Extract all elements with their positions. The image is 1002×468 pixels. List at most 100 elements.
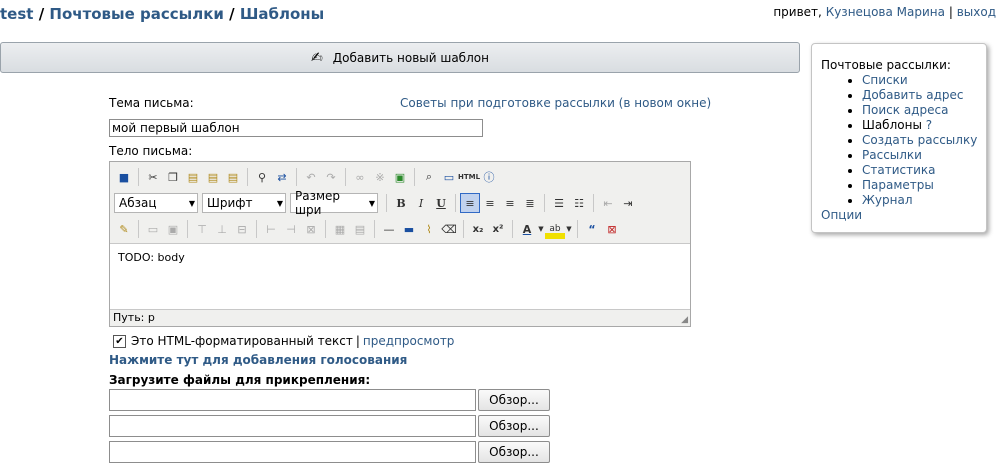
user-bar: привет, Кузнецова Марина | выход bbox=[773, 5, 996, 19]
replace-icon[interactable]: ⇄ bbox=[272, 167, 292, 187]
breadcrumb-section-link[interactable]: Почтовые рассылки bbox=[49, 5, 224, 23]
highlight-color-icon[interactable]: ab bbox=[545, 219, 565, 239]
insert-row-after-icon[interactable]: ⊥ bbox=[212, 219, 232, 239]
cleanup-icon[interactable]: ⌇ bbox=[419, 219, 439, 239]
insert-layer-icon[interactable]: ▭ bbox=[143, 219, 163, 239]
absolute-position-icon[interactable]: ▣ bbox=[163, 219, 183, 239]
align-center-icon[interactable]: ≡ bbox=[480, 193, 500, 213]
user-name-link[interactable]: Кузнецова Марина bbox=[826, 5, 945, 19]
redo-icon[interactable]: ↷ bbox=[321, 167, 341, 187]
subject-input[interactable]: мой первый шаблон bbox=[109, 119, 483, 137]
hr-advanced-icon[interactable]: ▬ bbox=[399, 219, 419, 239]
file-input[interactable] bbox=[109, 415, 476, 437]
link-icon[interactable]: ∞ bbox=[350, 167, 370, 187]
paste-word-icon[interactable]: ▤ bbox=[223, 167, 243, 187]
outdent-icon[interactable]: ⇤ bbox=[598, 193, 618, 213]
preview-link[interactable]: предпросмотр bbox=[363, 334, 455, 348]
sidebar-link-search-address[interactable]: Поиск адреса bbox=[862, 103, 948, 117]
file-input[interactable] bbox=[109, 389, 476, 411]
find-icon[interactable]: ⚲ bbox=[252, 167, 272, 187]
file-input[interactable] bbox=[109, 441, 476, 463]
text-color-icon[interactable]: A bbox=[517, 219, 537, 239]
toolbar-divider bbox=[187, 220, 188, 238]
attachments-label: Загрузите файлы для прикрепления: bbox=[109, 373, 371, 387]
insert-col-before-icon[interactable]: ⊢ bbox=[261, 219, 281, 239]
editor-content[interactable]: TODO: body bbox=[110, 243, 690, 310]
browse-button[interactable]: Обзор... bbox=[478, 389, 550, 411]
options-link[interactable]: Опции bbox=[821, 208, 986, 223]
edit-css-icon[interactable]: ✎ bbox=[114, 219, 134, 239]
breadcrumb-current-link[interactable]: Шаблоны bbox=[240, 5, 324, 23]
save-icon[interactable]: ■ bbox=[114, 167, 134, 187]
align-right-icon[interactable]: ≡ bbox=[500, 193, 520, 213]
horizontal-rule-icon[interactable]: — bbox=[379, 219, 399, 239]
align-left-icon[interactable]: ≡ bbox=[460, 193, 480, 213]
html-checkbox[interactable]: ✔ bbox=[113, 334, 126, 348]
align-justify-icon[interactable]: ≣ bbox=[520, 193, 540, 213]
size-select[interactable]: Размер шри ▼ bbox=[290, 189, 378, 217]
help-link[interactable]: ? bbox=[926, 118, 932, 132]
underline-button[interactable]: U bbox=[431, 193, 451, 213]
copy-icon[interactable]: ❐ bbox=[163, 167, 183, 187]
sidebar-link-add-address[interactable]: Добавить адрес bbox=[862, 88, 963, 102]
delete-col-icon[interactable]: ⊠ bbox=[301, 219, 321, 239]
toolbar-divider bbox=[455, 194, 456, 212]
tips-link[interactable]: Советы при подготовке рассылки (в новом … bbox=[400, 96, 711, 110]
table-icon[interactable]: ▦ bbox=[330, 219, 350, 239]
sidebar-item-create-mailing: Создать рассылку bbox=[862, 133, 986, 148]
add-vote-link[interactable]: Нажмите тут для добавления голосования bbox=[109, 353, 407, 367]
font-select[interactable]: Шрифт ▼ bbox=[202, 193, 286, 213]
browse-button[interactable]: Обзор... bbox=[478, 415, 550, 437]
insert-row-before-icon[interactable]: ⊤ bbox=[192, 219, 212, 239]
logout-link[interactable]: выход bbox=[957, 5, 996, 19]
blockquote-icon[interactable]: “ bbox=[582, 219, 602, 239]
superscript-icon[interactable]: x² bbox=[488, 219, 508, 239]
sidebar-link-mailings[interactable]: Рассылки bbox=[862, 148, 922, 162]
toolbar-divider bbox=[345, 168, 346, 186]
breadcrumb-root-link[interactable]: test bbox=[0, 5, 33, 23]
undo-icon[interactable]: ↶ bbox=[301, 167, 321, 187]
subject-label: Тема письма: bbox=[109, 96, 194, 110]
browse-button[interactable]: Обзор... bbox=[478, 441, 550, 463]
bold-button[interactable]: B bbox=[391, 193, 411, 213]
help-icon[interactable]: ⓘ bbox=[479, 167, 499, 187]
insert-col-after-icon[interactable]: ⊣ bbox=[281, 219, 301, 239]
chevron-down-icon[interactable]: ▼ bbox=[565, 219, 573, 239]
format-select[interactable]: Абзац ▼ bbox=[114, 193, 198, 213]
eraser-icon[interactable]: ⌫ bbox=[439, 219, 459, 239]
italic-button[interactable]: I bbox=[411, 193, 431, 213]
add-template-label: Добавить новый шаблон bbox=[332, 50, 489, 65]
resize-grip-icon[interactable]: ◢ bbox=[681, 315, 688, 325]
sidebar-link-create-mailing[interactable]: Создать рассылку bbox=[862, 133, 977, 147]
delete-row-icon[interactable]: ⊟ bbox=[232, 219, 252, 239]
sidebar-link-parameters[interactable]: Параметры bbox=[862, 178, 934, 192]
toolbar-divider bbox=[512, 220, 513, 238]
toolbar-divider bbox=[463, 220, 464, 238]
add-template-button[interactable]: ✍ Добавить новый шаблон bbox=[0, 42, 800, 73]
sidebar-link-lists[interactable]: Списки bbox=[862, 73, 908, 87]
remove-format-icon[interactable]: ⊠ bbox=[602, 219, 622, 239]
numbered-list-icon[interactable]: ☷ bbox=[569, 193, 589, 213]
cut-icon[interactable]: ✂ bbox=[143, 167, 163, 187]
table-props-icon[interactable]: ▤ bbox=[350, 219, 370, 239]
unlink-icon[interactable]: ※ bbox=[370, 167, 390, 187]
subscript-icon[interactable]: x₂ bbox=[468, 219, 488, 239]
breadcrumb-separator: / bbox=[229, 5, 235, 23]
bullet-list-icon[interactable]: ☰ bbox=[549, 193, 569, 213]
paste-icon[interactable]: ▤ bbox=[183, 167, 203, 187]
image-icon[interactable]: ▣ bbox=[390, 167, 410, 187]
toolbar-divider bbox=[593, 194, 594, 212]
sidebar-link-journal[interactable]: Журнал bbox=[862, 193, 913, 207]
paste-text-icon[interactable]: ▤ bbox=[203, 167, 223, 187]
breadcrumb: test / Почтовые рассылки / Шаблоны bbox=[0, 5, 324, 23]
html-option-row: ✔ Это HTML-форматированный текст | предп… bbox=[113, 334, 454, 348]
fullscreen-icon[interactable]: ▭ bbox=[439, 167, 459, 187]
sidebar-link-statistics[interactable]: Статистика bbox=[862, 163, 936, 177]
preview-icon[interactable]: ⌕ bbox=[419, 167, 439, 187]
editor-toolbar-row-1: ■ ✂ ❐ ▤ ▤ ▤ ⚲ ⇄ ↶ ↷ ∞ ※ ▣ ⌕ ▭ HTML ⓘ bbox=[110, 164, 690, 190]
indent-icon[interactable]: ⇥ bbox=[618, 193, 638, 213]
html-source-icon[interactable]: HTML bbox=[458, 167, 480, 187]
editor-toolbar-row-2: Абзац ▼ Шрифт ▼ Размер шри ▼ B I U ≡ ≡ ≡… bbox=[110, 189, 690, 217]
chevron-down-icon[interactable]: ▼ bbox=[537, 219, 545, 239]
sidebar-item-templates: Шаблоны ? bbox=[862, 118, 986, 133]
